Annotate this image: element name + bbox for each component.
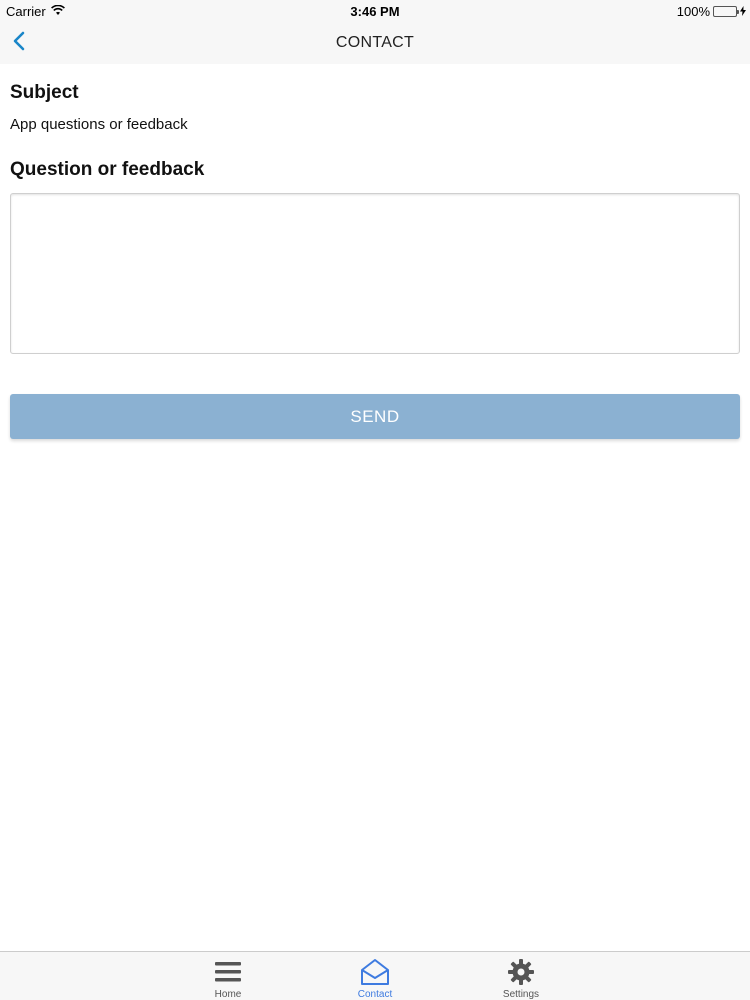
contact-screen: Carrier 3:46 PM 100% CONTACT Subject App… <box>0 0 750 1000</box>
tab-contact[interactable]: Contact <box>325 952 425 1000</box>
tab-home[interactable]: Home <box>178 952 278 1000</box>
feedback-textarea[interactable] <box>10 193 740 354</box>
send-button[interactable]: SEND <box>10 394 740 439</box>
battery-percent: 100% <box>676 4 710 19</box>
tab-bar: Home Contact Settings <box>0 951 750 1000</box>
envelope-open-icon <box>360 957 390 987</box>
gear-icon <box>508 957 534 987</box>
charging-icon <box>740 4 746 19</box>
page-title: CONTACT <box>335 34 415 51</box>
tab-home-label: Home <box>214 989 242 1000</box>
tab-contact-label: Contact <box>357 989 393 1000</box>
tab-settings[interactable]: Settings <box>471 952 571 1000</box>
subject-value: App questions or feedback <box>10 116 188 133</box>
status-bar: Carrier 3:46 PM 100% <box>0 0 750 22</box>
status-right: 100% <box>677 4 746 19</box>
status-time: 3:46 PM <box>350 4 400 19</box>
nav-bar: CONTACT <box>0 22 750 64</box>
menu-icon <box>215 957 241 987</box>
subject-label: Subject <box>10 82 79 103</box>
tab-settings-label: Settings <box>502 989 540 1000</box>
feedback-label: Question or feedback <box>10 159 205 180</box>
battery-icon <box>713 6 739 17</box>
